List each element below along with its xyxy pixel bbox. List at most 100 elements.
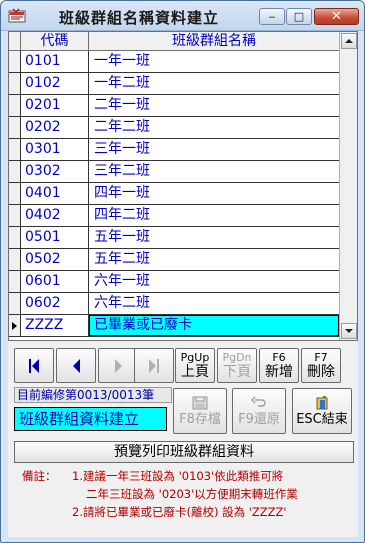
grid-rows: 0101 一年一班 0102 一年二班 0201 二年一班 0202 二年二班 0301 三年一班… bbox=[9, 51, 339, 337]
table-row[interactable]: 0301 三年一班 bbox=[9, 139, 339, 161]
table-row[interactable]: 0101 一年一班 bbox=[9, 51, 339, 73]
name-cell[interactable]: 一年一班 bbox=[89, 51, 339, 72]
scroll-down-button[interactable] bbox=[341, 323, 357, 339]
vertical-scrollbar[interactable] bbox=[339, 32, 357, 340]
code-cell[interactable]: 0502 bbox=[21, 249, 89, 270]
name-cell[interactable]: 六年一班 bbox=[89, 271, 339, 292]
name-cell[interactable]: 二年一班 bbox=[89, 95, 339, 116]
exit-button[interactable]: ESC結束 bbox=[292, 388, 352, 434]
code-cell[interactable]: ZZZZ bbox=[21, 315, 89, 336]
arrow-down-icon bbox=[345, 329, 353, 333]
table-row[interactable]: 0102 一年二班 bbox=[9, 73, 339, 95]
previous-record-button[interactable] bbox=[56, 348, 96, 383]
table-row[interactable]: ZZZZ 已畢業或已廢卡 bbox=[9, 315, 339, 337]
row-indicator[interactable] bbox=[9, 161, 21, 182]
page-down-key: PgDn bbox=[222, 351, 252, 364]
minimize-icon: ‒ bbox=[268, 10, 276, 23]
save-label: F8存檔 bbox=[179, 411, 221, 427]
delete-button[interactable]: F7 刪除 bbox=[301, 348, 341, 383]
table-row[interactable]: 0602 六年二班 bbox=[9, 293, 339, 315]
form-title-box: 班級群組資料建立 bbox=[14, 407, 167, 431]
row-indicator[interactable] bbox=[9, 315, 21, 336]
first-record-button[interactable] bbox=[14, 348, 54, 383]
row-indicator[interactable] bbox=[9, 227, 21, 248]
next-record-button[interactable] bbox=[98, 348, 138, 383]
page-down-label: 下頁 bbox=[223, 364, 251, 380]
app-window: 班級群組名稱資料建立 ‒ □ ✕ 代碼 班級群組名稱 0101 一年一班 0102 一… bbox=[0, 0, 365, 543]
row-indicator[interactable] bbox=[9, 205, 21, 226]
print-preview-button[interactable]: 預覽列印班級群組資料 bbox=[14, 441, 354, 463]
code-cell[interactable]: 0501 bbox=[21, 227, 89, 248]
code-cell[interactable]: 0201 bbox=[21, 95, 89, 116]
window-title: 班級群組名稱資料建立 bbox=[59, 9, 220, 27]
grid-header: 代碼 班級群組名稱 bbox=[9, 32, 339, 51]
record-position: 目前編修第0013/0013筆 bbox=[14, 387, 172, 403]
page-down-button[interactable]: PgDn 下頁 bbox=[217, 348, 257, 383]
note-line-1: 1.建議一年三班設為 '0103'依此類推可將 bbox=[72, 469, 284, 483]
note-line-2: 二年三班設為 '0203'以方便期末轉班作業 bbox=[86, 487, 298, 501]
next-icon bbox=[114, 358, 122, 373]
app-icon[interactable] bbox=[8, 8, 26, 24]
row-indicator[interactable] bbox=[9, 73, 21, 94]
close-icon: ✕ bbox=[331, 9, 342, 24]
name-cell[interactable]: 已畢業或已廢卡 bbox=[89, 315, 339, 336]
table-row[interactable]: 0501 五年一班 bbox=[9, 227, 339, 249]
name-cell[interactable]: 四年一班 bbox=[89, 183, 339, 204]
row-indicator[interactable] bbox=[9, 117, 21, 138]
add-key: F6 bbox=[272, 351, 286, 364]
client-area: 代碼 班級群組名稱 0101 一年一班 0102 一年二班 0201 二年一班 0202 二年… bbox=[8, 31, 358, 537]
close-button[interactable]: ✕ bbox=[314, 8, 359, 25]
current-row-arrow-icon bbox=[12, 322, 17, 330]
minimize-button[interactable]: ‒ bbox=[259, 8, 285, 25]
name-cell[interactable]: 二年二班 bbox=[89, 117, 339, 138]
name-cell[interactable]: 三年一班 bbox=[89, 139, 339, 160]
title-bar[interactable]: 班級群組名稱資料建立 ‒ □ ✕ bbox=[1, 1, 364, 31]
row-indicator[interactable] bbox=[9, 183, 21, 204]
code-cell[interactable]: 0401 bbox=[21, 183, 89, 204]
code-cell[interactable]: 0301 bbox=[21, 139, 89, 160]
page-up-button[interactable]: PgUp 上頁 bbox=[175, 348, 215, 383]
code-cell[interactable]: 0101 bbox=[21, 51, 89, 72]
table-row[interactable]: 0201 二年一班 bbox=[9, 95, 339, 117]
name-cell[interactable]: 四年二班 bbox=[89, 205, 339, 226]
name-cell[interactable]: 六年二班 bbox=[89, 293, 339, 314]
name-cell[interactable]: 三年二班 bbox=[89, 161, 339, 182]
code-cell[interactable]: 0601 bbox=[21, 271, 89, 292]
code-cell[interactable]: 0602 bbox=[21, 293, 89, 314]
page-up-key: PgUp bbox=[180, 351, 210, 364]
name-cell[interactable]: 一年二班 bbox=[89, 73, 339, 94]
name-cell[interactable]: 五年二班 bbox=[89, 249, 339, 270]
header-code[interactable]: 代碼 bbox=[21, 32, 89, 51]
last-record-button[interactable] bbox=[134, 348, 174, 383]
delete-key: F7 bbox=[314, 351, 328, 364]
row-indicator[interactable] bbox=[9, 293, 21, 314]
row-indicator[interactable] bbox=[9, 95, 21, 116]
door-exit-icon bbox=[316, 395, 328, 409]
name-cell[interactable]: 五年一班 bbox=[89, 227, 339, 248]
add-button[interactable]: F6 新增 bbox=[259, 348, 299, 383]
table-row[interactable]: 0401 四年一班 bbox=[9, 183, 339, 205]
code-cell[interactable]: 0402 bbox=[21, 205, 89, 226]
class-group-grid[interactable]: 代碼 班級群組名稱 0101 一年一班 0102 一年二班 0201 二年一班 0202 二年… bbox=[8, 31, 358, 341]
scroll-up-button[interactable] bbox=[341, 33, 357, 49]
arrow-up-icon bbox=[345, 39, 353, 43]
save-button[interactable]: F8存檔 bbox=[173, 388, 227, 434]
code-cell[interactable]: 0102 bbox=[21, 73, 89, 94]
code-cell[interactable]: 0302 bbox=[21, 161, 89, 182]
row-indicator[interactable] bbox=[9, 249, 21, 270]
row-indicator[interactable] bbox=[9, 271, 21, 292]
table-row[interactable]: 0601 六年一班 bbox=[9, 271, 339, 293]
table-row[interactable]: 0202 二年二班 bbox=[9, 117, 339, 139]
maximize-button[interactable]: □ bbox=[286, 8, 312, 25]
row-indicator[interactable] bbox=[9, 51, 21, 72]
restore-button[interactable]: F9還原 bbox=[232, 388, 286, 434]
table-row[interactable]: 0302 三年二班 bbox=[9, 161, 339, 183]
table-row[interactable]: 0502 五年二班 bbox=[9, 249, 339, 271]
row-indicator[interactable] bbox=[9, 139, 21, 160]
last-record-icon bbox=[149, 358, 159, 373]
header-name[interactable]: 班級群組名稱 bbox=[89, 32, 339, 51]
code-cell[interactable]: 0202 bbox=[21, 117, 89, 138]
undo-icon bbox=[251, 395, 266, 407]
table-row[interactable]: 0402 四年二班 bbox=[9, 205, 339, 227]
header-indicator-cell bbox=[9, 32, 21, 51]
